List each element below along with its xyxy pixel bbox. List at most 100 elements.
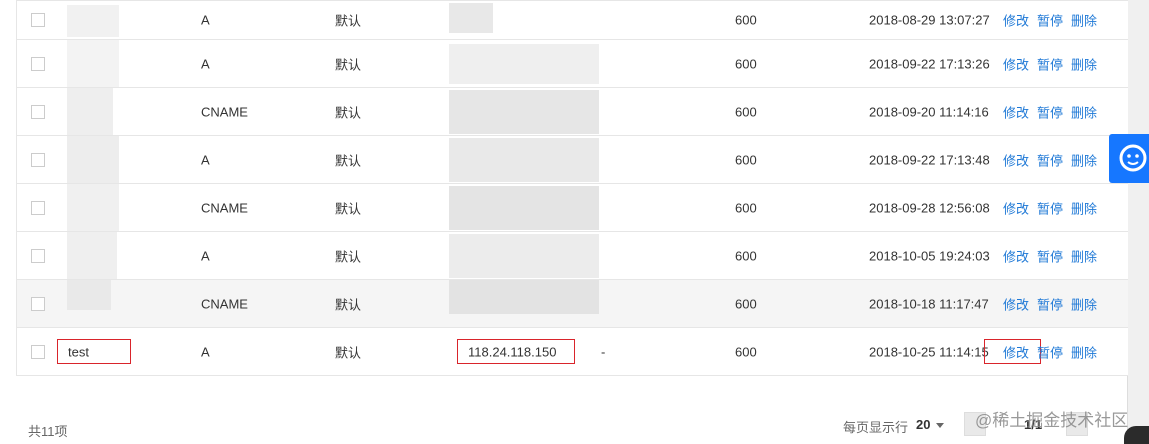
masked-host — [67, 40, 119, 87]
masked-value — [449, 3, 493, 33]
row-actions: 修改 暂停 删除 — [1003, 294, 1105, 313]
masked-value — [449, 44, 599, 84]
table-row: A 默认 600 2018-10-05 19:24:03 修改 暂停 删除 — [17, 232, 1128, 280]
record-time: 2018-09-22 17:13:26 — [869, 56, 990, 71]
record-time: 2018-09-20 11:14:16 — [869, 104, 989, 119]
row-checkbox[interactable] — [31, 296, 45, 311]
masked-value — [449, 280, 599, 314]
record-type: A — [201, 12, 210, 28]
masked-host — [67, 5, 119, 37]
row-actions: 修改 暂停 删除 — [1003, 246, 1105, 265]
pause-link[interactable]: 暂停 — [1037, 57, 1063, 72]
pause-link[interactable]: 暂停 — [1037, 105, 1063, 120]
row-checkbox[interactable] — [31, 200, 45, 215]
pause-link[interactable]: 暂停 — [1037, 201, 1063, 216]
row-checkbox[interactable] — [31, 152, 45, 167]
record-line: 默认 — [335, 57, 362, 72]
record-type: A — [201, 56, 210, 71]
record-type: CNAME — [201, 104, 248, 119]
table-row: A 默认 600 2018-09-22 17:13:26 修改 暂停 删除 — [17, 40, 1128, 88]
masked-value — [449, 186, 599, 230]
record-ttl: 600 — [735, 12, 757, 28]
delete-link[interactable]: 删除 — [1071, 105, 1097, 120]
record-type: A — [201, 152, 210, 167]
record-type: A — [201, 344, 210, 359]
total-count: 共11项 — [28, 424, 68, 439]
table-row: CNAME 默认 600 2018-10-18 11:17:47 修改 暂停 删除 — [17, 280, 1128, 328]
record-type: CNAME — [201, 200, 248, 215]
record-mx: - — [601, 344, 606, 359]
record-time: 2018-10-05 19:24:03 — [869, 248, 990, 263]
records-panel: A 默认 600 2018-08-29 13:07:27 修改 暂停 删除 A 默认… — [0, 0, 1128, 444]
record-ttl: 600 — [735, 104, 757, 119]
table-row: A 默认 600 2018-09-22 17:13:48 修改 暂停 删除 — [17, 136, 1128, 184]
record-time: 2018-08-29 13:07:27 — [869, 12, 990, 28]
record-line: 默认 — [335, 297, 362, 312]
record-value: 118.24.118.150 — [468, 344, 557, 359]
per-page-label: 每页显示行 — [843, 420, 909, 435]
delete-link[interactable]: 删除 — [1071, 153, 1097, 168]
edit-link[interactable]: 修改 — [1003, 249, 1029, 264]
edit-link[interactable]: 修改 — [1003, 153, 1029, 168]
masked-host — [67, 232, 117, 279]
delete-link[interactable]: 删除 — [1071, 14, 1097, 29]
row-actions: 修改 暂停 删除 — [1003, 11, 1105, 30]
pause-link[interactable]: 暂停 — [1037, 249, 1063, 264]
host-highlight-box: test — [57, 339, 131, 364]
pause-link[interactable]: 暂停 — [1037, 345, 1063, 360]
masked-host — [67, 280, 111, 310]
row-checkbox[interactable] — [31, 13, 45, 27]
record-ttl: 600 — [735, 56, 757, 71]
row-actions: 修改 暂停 删除 — [1003, 198, 1105, 217]
row-checkbox[interactable] — [31, 104, 45, 119]
record-time: 2018-10-25 11:14:15 — [869, 344, 989, 359]
record-line: 默认 — [335, 201, 362, 216]
watermark: @稀土掘金技术社区 — [975, 411, 1129, 430]
masked-host — [67, 136, 119, 183]
chevron-down-icon — [936, 423, 945, 429]
delete-link[interactable]: 删除 — [1071, 345, 1097, 360]
table-row: CNAME 默认 600 2018-09-20 11:14:16 修改 暂停 删除 — [17, 88, 1128, 136]
masked-value — [449, 138, 599, 182]
record-line: 默认 — [335, 249, 362, 264]
pause-link[interactable]: 暂停 — [1037, 297, 1063, 312]
edit-link[interactable]: 修改 — [1003, 345, 1029, 360]
edit-link[interactable]: 修改 — [1003, 105, 1029, 120]
row-actions: 修改 暂停 删除 — [1003, 150, 1105, 169]
per-page-value: 20 — [916, 417, 931, 432]
record-line: 默认 — [335, 345, 362, 360]
row-actions: 修改 暂停 删除 — [1003, 342, 1105, 361]
edit-link[interactable]: 修改 — [1003, 201, 1029, 216]
row-checkbox[interactable] — [31, 248, 45, 263]
table-row: CNAME 默认 600 2018-09-28 12:56:08 修改 暂停 删除 — [17, 184, 1128, 232]
record-ttl: 600 — [735, 296, 757, 311]
record-type: CNAME — [201, 296, 248, 311]
record-ttl: 600 — [735, 248, 757, 263]
record-ttl: 600 — [735, 344, 757, 359]
table-footer: 共11项 每页显示行 20 1/1 — [16, 401, 1127, 444]
avatar[interactable] — [1124, 426, 1149, 444]
edit-link[interactable]: 修改 — [1003, 297, 1029, 312]
record-ttl: 600 — [735, 152, 757, 167]
table-row: A 默认 600 2018-08-29 13:07:27 修改 暂停 删除 — [17, 0, 1128, 40]
delete-link[interactable]: 删除 — [1071, 249, 1097, 264]
edit-link[interactable]: 修改 — [1003, 14, 1029, 29]
record-line: 默认 — [335, 153, 362, 168]
record-time: 2018-09-28 12:56:08 — [869, 200, 990, 215]
delete-link[interactable]: 删除 — [1071, 57, 1097, 72]
record-line: 默认 — [335, 105, 362, 120]
edit-link[interactable]: 修改 — [1003, 57, 1029, 72]
table-row: test A 默认 118.24.118.150 - 600 2018-10-2… — [17, 328, 1128, 376]
pause-link[interactable]: 暂停 — [1037, 153, 1063, 168]
masked-host — [67, 88, 113, 135]
row-actions: 修改 暂停 删除 — [1003, 102, 1105, 121]
row-checkbox[interactable] — [31, 344, 45, 359]
delete-link[interactable]: 删除 — [1071, 201, 1097, 216]
help-button[interactable] — [1109, 134, 1149, 183]
row-checkbox[interactable] — [31, 56, 45, 71]
pause-link[interactable]: 暂停 — [1037, 14, 1063, 29]
record-line: 默认 — [335, 13, 362, 29]
delete-link[interactable]: 删除 — [1071, 297, 1097, 312]
masked-host — [67, 184, 119, 231]
per-page-select[interactable]: 20 — [916, 417, 945, 432]
